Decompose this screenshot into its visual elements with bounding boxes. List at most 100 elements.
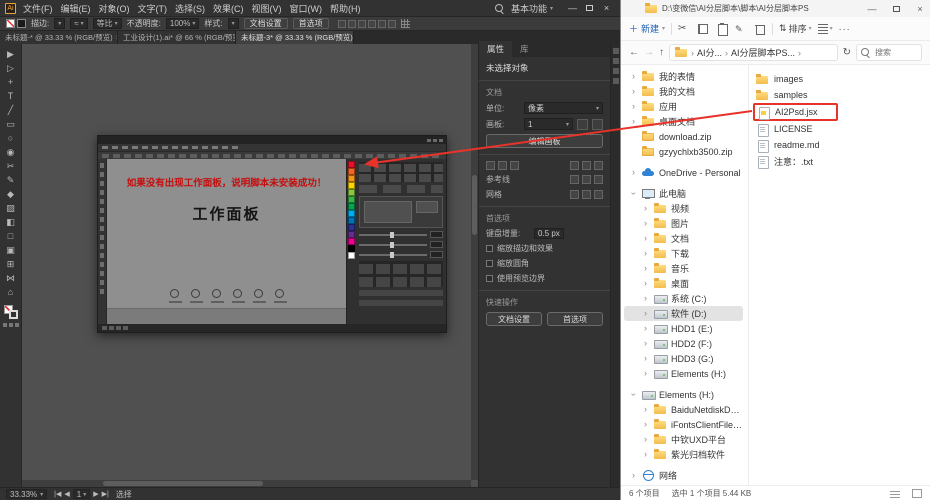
fill-stroke-widget[interactable] [4,305,18,319]
sidebar-item[interactable]: HDD3 (G:) [624,351,743,366]
menu-item[interactable]: 选择(S) [175,2,205,15]
delete-icon[interactable] [754,23,766,35]
first-artboard-icon[interactable]: |◀ [54,490,61,498]
tool-icon[interactable]: + [2,75,20,89]
opacity-dropdown[interactable]: 100%▾ [166,18,199,29]
tool-icon[interactable]: ✎ [2,173,20,187]
file-row[interactable]: LICENSE [753,121,816,137]
style-dropdown[interactable]: ▾ [228,18,239,29]
chevron-icon[interactable] [644,219,650,228]
breadcrumb[interactable]: AI分... AI分层脚本PS... [669,44,838,61]
sidebar-item[interactable]: gzyychlxb3500.zip [624,144,743,159]
sidebar-item[interactable]: 视频 [624,201,743,216]
last-artboard-icon[interactable]: ▶| [102,490,109,498]
breadcrumb-segment[interactable]: AI分层脚本PS... [731,46,795,59]
sidebar-item[interactable]: 此电脑 [624,186,743,201]
sort-button[interactable]: ⇅ 排序 ▾ [779,22,812,35]
preference-checkbox-row[interactable]: 缩放描边和效果 [486,243,603,254]
tool-icon[interactable]: ◆ [2,187,20,201]
align-icons[interactable] [338,20,396,28]
chevron-icon[interactable] [644,279,650,288]
refresh-icon[interactable]: ↻ [843,47,851,58]
artboard-number-dropdown[interactable]: 1▾ [73,489,90,499]
tool-icon[interactable]: ▶ [2,47,20,61]
sidebar-item[interactable]: 我的表情 [624,69,743,84]
forward-icon[interactable]: → [644,47,654,58]
sidebar-item[interactable]: HDD1 (E:) [624,321,743,336]
document-tab[interactable]: 未标题-3* @ 33.33 % (RGB/预览) [236,31,354,44]
quick-document-setup-button[interactable]: 文档设置 [486,312,542,326]
menu-item[interactable]: 窗口(W) [290,2,323,15]
sidebar-item[interactable]: 应用 [624,99,743,114]
tool-icon[interactable]: ▣ [2,243,20,257]
chevron-icon[interactable] [632,117,638,126]
new-button[interactable]: ＋ 新建 ▾ [629,22,665,35]
menu-item[interactable]: 文件(F) [23,2,53,15]
document-tab[interactable]: 未标题-* @ 33.33 % (RGB/预览) [0,31,118,44]
prev-artboard-icon[interactable]: ◀ [64,490,69,498]
tool-icon[interactable]: T [2,89,20,103]
checkbox[interactable] [486,260,493,267]
preferences-button[interactable]: 首选项 [293,18,329,29]
tool-icon[interactable]: ○ [2,131,20,145]
menu-item[interactable]: 对象(O) [99,2,130,15]
stroke-width-dropdown[interactable]: ▾ [54,18,65,29]
grid-options-icon[interactable] [401,19,410,28]
draw-mode-icons[interactable] [3,323,19,327]
close-button[interactable]: × [598,0,615,16]
tool-icon[interactable]: ◉ [2,145,20,159]
chevron-icon[interactable] [644,450,650,459]
workspace-switcher[interactable]: 基本功能 ▾ [511,2,553,15]
tool-icon[interactable]: ▷ [2,61,20,75]
canvas[interactable]: 如果没有出现工作面板，说明脚本未安装成功！ 工作面板 [22,44,478,487]
view-button[interactable]: ▾ [818,24,833,34]
sidebar-item[interactable]: 软件 (D:) [624,306,743,321]
sidebar-item[interactable]: 图片 [624,216,743,231]
fill-stroke-swatches[interactable] [6,19,26,28]
close-button[interactable]: × [910,1,930,17]
file-row[interactable]: AI2Psd.jsx [753,103,838,121]
sidebar-item[interactable]: 桌面文档 [624,114,743,129]
details-view-icon[interactable] [890,489,900,498]
next-artboard-icon[interactable]: ▶ [93,490,98,498]
checkbox[interactable] [486,275,493,282]
more-options-button[interactable]: ··· [839,24,851,34]
guides-icons[interactable] [570,175,603,184]
sidebar-item[interactable]: 紫光归档软件 [624,447,743,462]
file-row[interactable]: images [753,71,806,87]
sidebar-item[interactable]: OneDrive - Personal [624,165,743,180]
keyboard-increment-value[interactable]: 0.5 px [534,228,564,239]
sidebar-item[interactable]: HDD2 (F:) [624,336,743,351]
sidebar-item[interactable]: iFontsClientFileCache [624,417,743,432]
zoom-dropdown[interactable]: 33.33% ▾ [6,489,47,499]
tab-properties[interactable]: 属性 [479,41,512,57]
chevron-icon[interactable] [644,369,650,378]
panel-dock[interactable] [610,44,620,487]
vertical-scrollbar[interactable] [471,44,478,480]
chevron-icon[interactable] [632,189,638,198]
search-icon[interactable] [495,4,504,13]
tool-icon[interactable]: □ [2,229,20,243]
chevron-icon[interactable] [644,204,650,213]
chevron-icon[interactable] [644,309,650,318]
sidebar-item[interactable]: 文档 [624,231,743,246]
tool-icon[interactable]: ⌂ [2,285,20,299]
menu-item[interactable]: 文字(T) [138,2,168,15]
file-row[interactable]: samples [753,87,811,103]
breadcrumb-segment[interactable]: AI分... [697,46,722,59]
chevron-icon[interactable] [632,168,638,177]
thumbnail-view-icon[interactable] [912,489,922,498]
maximize-button[interactable] [886,1,906,17]
tool-icon[interactable]: ⊞ [2,257,20,271]
horizontal-scrollbar[interactable] [22,480,471,487]
tool-icon[interactable]: ✂ [2,159,20,173]
chevron-icon[interactable] [644,324,650,333]
rename-icon[interactable]: ✎ [735,23,747,35]
search-input[interactable] [873,47,917,58]
stroke-swatch[interactable] [17,19,26,28]
maximize-button[interactable] [581,0,598,16]
quick-preferences-button[interactable]: 首选项 [547,312,603,326]
sidebar-item[interactable]: BaiduNetdiskDownload [624,402,743,417]
document-tab[interactable]: 工业设计(1).ai* @ 66 % (RGB/预览) [118,31,236,44]
edit-artboard-button[interactable]: 编辑画板 [486,134,603,148]
